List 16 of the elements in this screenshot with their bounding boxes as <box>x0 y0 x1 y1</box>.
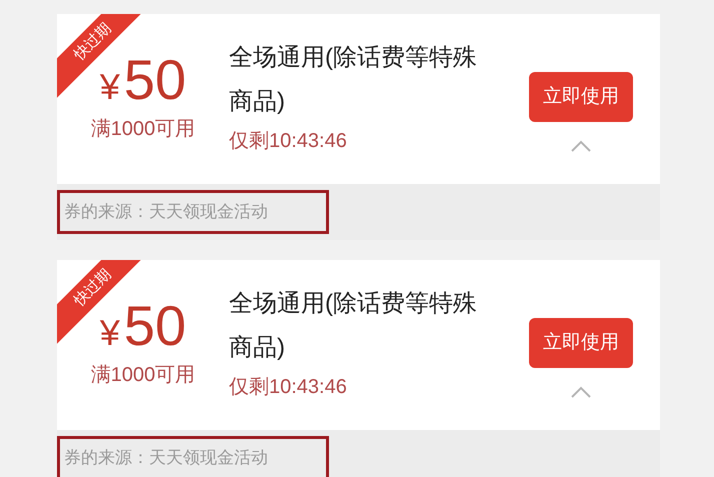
currency-symbol: ¥ <box>100 69 120 105</box>
chevron-up-icon[interactable] <box>570 140 592 152</box>
usage-condition: 满1000可用 <box>90 363 196 388</box>
coupon-title: 全场通用(除话费等特殊商品) <box>229 289 478 363</box>
countdown-text: 仅剩10:43:46 <box>229 129 348 154</box>
coupon-source: 券的来源：天天领现金活动 <box>57 436 329 477</box>
countdown-text: 仅剩10:43:46 <box>229 375 348 400</box>
coupon-amount: 50 <box>124 52 186 108</box>
chevron-up-icon[interactable] <box>570 386 592 398</box>
coupon-source: 券的来源：天天领现金活动 <box>57 190 329 234</box>
currency-symbol: ¥ <box>100 315 120 351</box>
use-now-button[interactable]: 立即使用 <box>529 318 633 368</box>
usage-condition: 满1000可用 <box>90 117 196 142</box>
use-now-button[interactable]: 立即使用 <box>529 72 633 122</box>
coupon-title: 全场通用(除话费等特殊商品) <box>229 43 478 117</box>
coupon-amount: 50 <box>124 298 186 354</box>
